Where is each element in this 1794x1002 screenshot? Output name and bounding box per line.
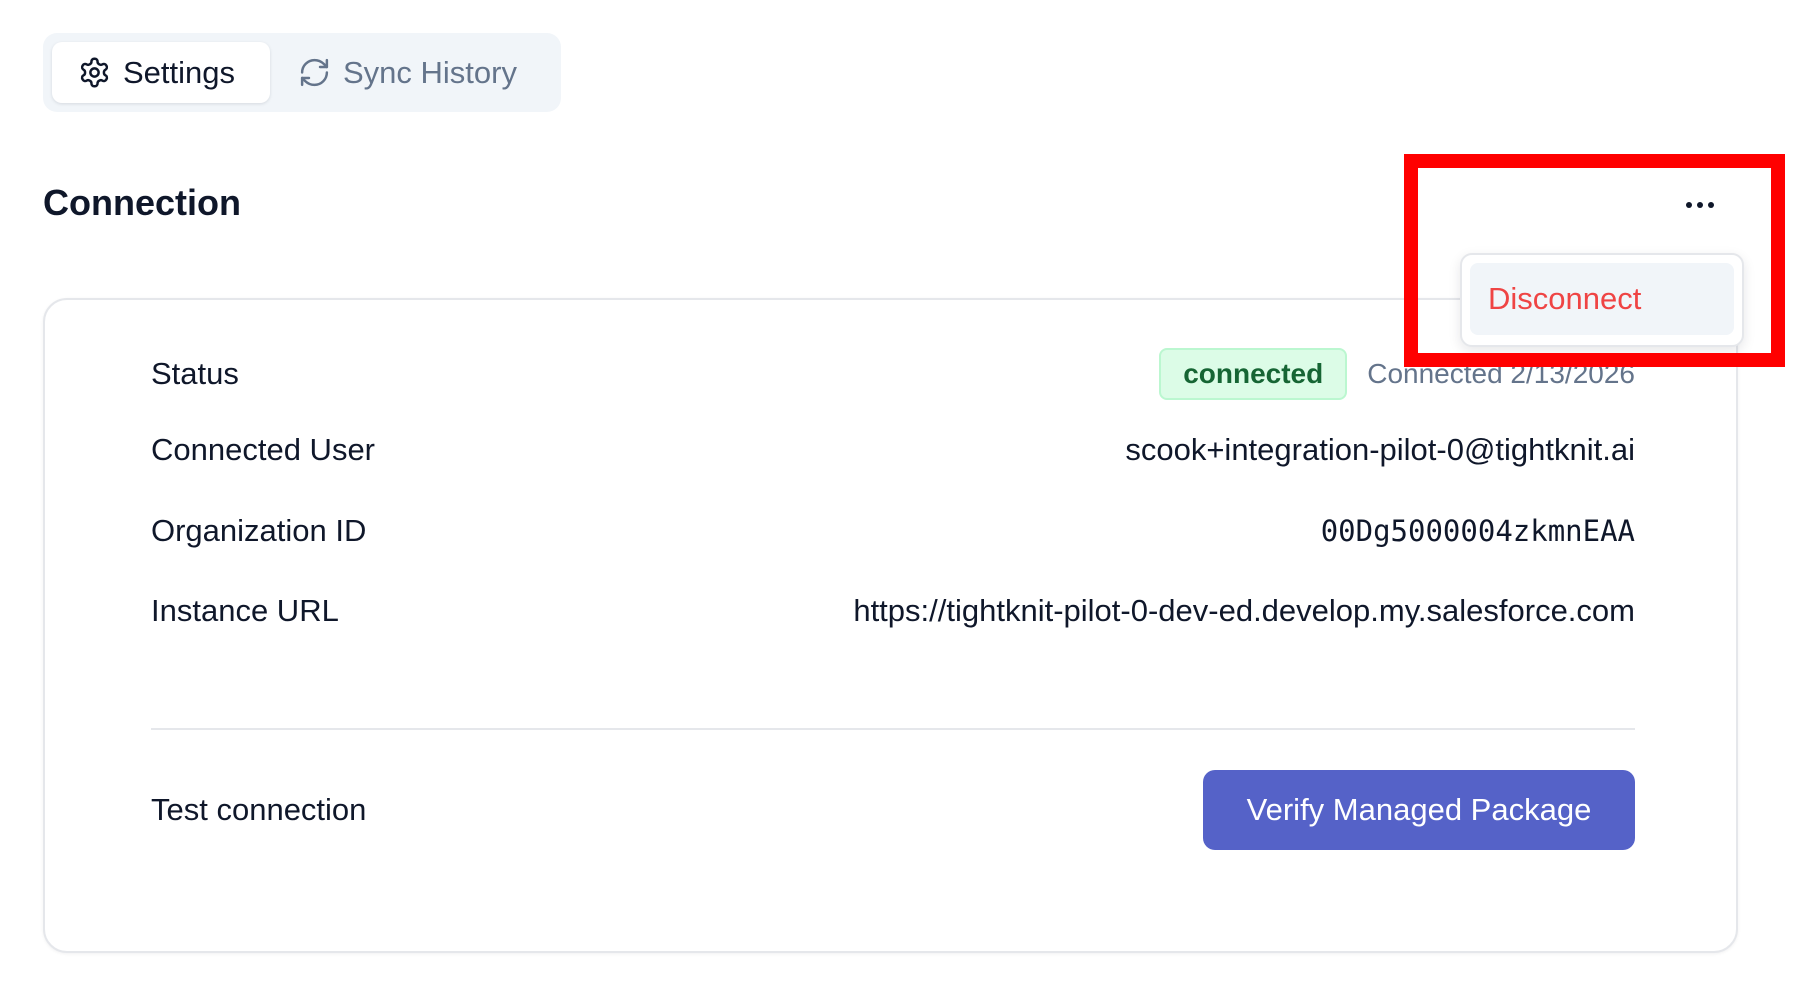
test-connection-row: Test connection Verify Managed Package: [151, 770, 1635, 850]
tab-settings[interactable]: Settings: [52, 42, 270, 103]
connected-user-value: scook+integration-pilot-0@tightknit.ai: [1125, 432, 1635, 467]
tab-sync-history[interactable]: Sync History: [276, 42, 543, 103]
tab-settings-label: Settings: [123, 54, 236, 90]
options-dropdown-menu: Disconnect: [1460, 253, 1744, 347]
status-label: Status: [151, 356, 239, 391]
organization-id-row: Organization ID 00Dg5000004zkmnEAA: [151, 513, 1635, 549]
test-connection-label: Test connection: [151, 792, 367, 827]
tab-sync-history-label: Sync History: [343, 54, 517, 90]
organization-id-value: 00Dg5000004zkmnEAA: [1320, 514, 1635, 548]
ellipsis-dot: [1697, 202, 1703, 208]
divider: [151, 728, 1635, 730]
status-info: connected Connected 2/13/2026: [1159, 348, 1635, 400]
connection-card: Status connected Connected 2/13/2026 Con…: [43, 298, 1738, 953]
ellipsis-icon: [1686, 202, 1692, 208]
section-title: Connection: [43, 182, 241, 223]
gear-icon: [80, 57, 109, 88]
instance-url-value: https://tightknit-pilot-0-dev-ed.develop…: [853, 593, 1635, 628]
status-badge: connected: [1159, 348, 1348, 400]
connected-date: Connected 2/13/2026: [1367, 358, 1635, 389]
ellipsis-dot: [1708, 202, 1714, 208]
status-row: Status connected Connected 2/13/2026: [151, 348, 1635, 400]
tab-bar: Settings Sync History: [43, 33, 561, 112]
connected-user-row: Connected User scook+integration-pilot-0…: [151, 432, 1635, 468]
connected-user-label: Connected User: [151, 432, 376, 467]
instance-url-label: Instance URL: [151, 593, 339, 628]
verify-managed-package-button[interactable]: Verify Managed Package: [1203, 770, 1635, 850]
disconnect-menu-item[interactable]: Disconnect: [1470, 263, 1734, 335]
more-options-button[interactable]: [1672, 190, 1728, 220]
instance-url-row: Instance URL https://tightknit-pilot-0-d…: [151, 593, 1635, 629]
refresh-icon: [300, 58, 329, 87]
organization-id-label: Organization ID: [151, 513, 367, 548]
